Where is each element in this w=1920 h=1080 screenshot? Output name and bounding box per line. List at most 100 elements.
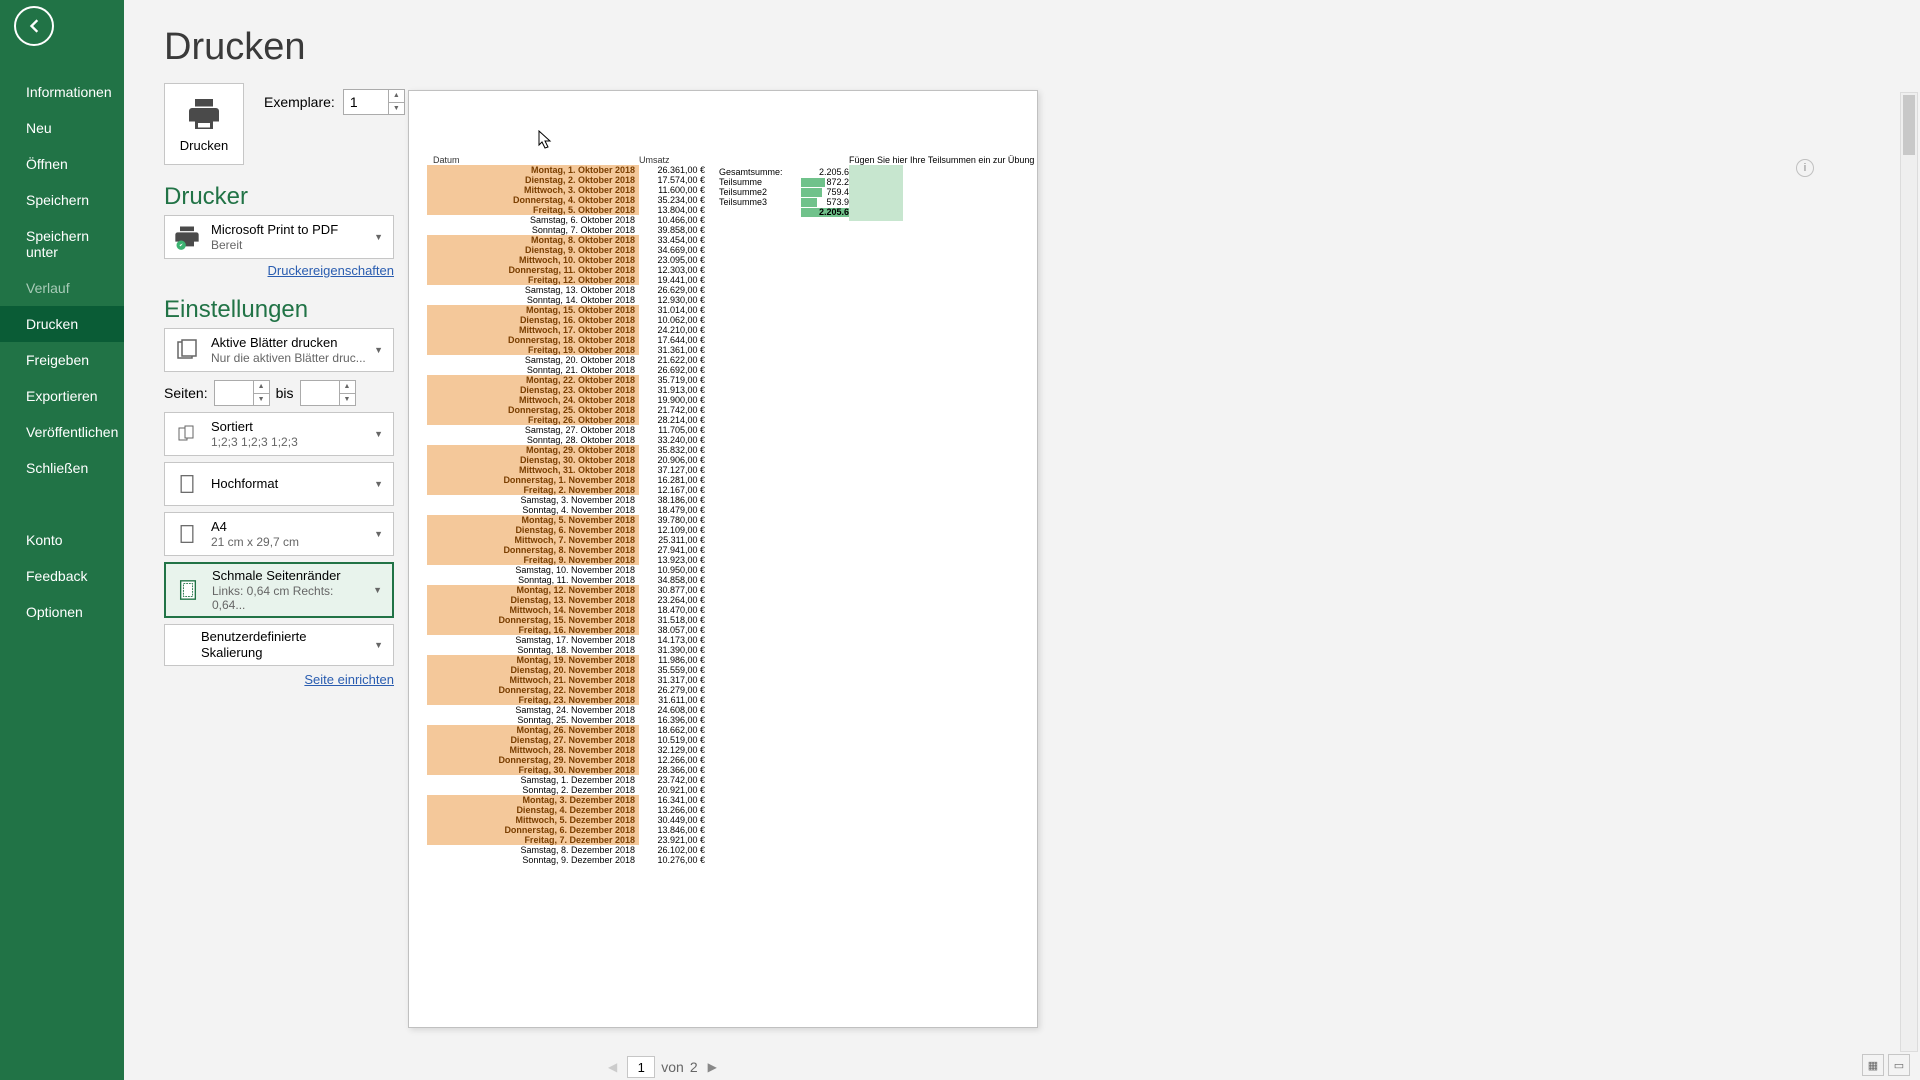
sidebar-item-new[interactable]: Neu	[0, 110, 124, 146]
preview-data-row: Dienstag, 16. Oktober 201810.062,00 €	[427, 315, 1019, 325]
preview-data-row: Mittwoch, 5. Dezember 201830.449,00 €	[427, 815, 1019, 825]
preview-data-row: Mittwoch, 10. Oktober 201823.095,00 €	[427, 255, 1019, 265]
chevron-down-icon: ▼	[370, 232, 387, 242]
print-button[interactable]: Drucken	[164, 83, 244, 165]
preview-data-row: Dienstag, 30. Oktober 201820.906,00 €	[427, 455, 1019, 465]
page-setup-link[interactable]: Seite einrichten	[164, 672, 394, 687]
preview-data-row: Donnerstag, 25. Oktober 201821.742,00 €	[427, 405, 1019, 415]
orientation-select[interactable]: Hochformat ▼	[164, 462, 394, 506]
preview-data-row: Mittwoch, 24. Oktober 201819.900,00 €	[427, 395, 1019, 405]
preview-data-row: Donnerstag, 8. November 201827.941,00 €	[427, 545, 1019, 555]
sidebar-item-share[interactable]: Freigeben	[0, 342, 124, 378]
preview-data-row: Sonntag, 11. November 201834.858,00 €	[427, 575, 1019, 585]
collate-icon	[171, 418, 203, 450]
printer-device-icon	[171, 221, 203, 253]
scrollbar-thumb[interactable]	[1903, 95, 1915, 155]
sidebar-item-account[interactable]: Konto	[0, 522, 124, 558]
sidebar-item-export[interactable]: Exportieren	[0, 378, 124, 414]
preview-data-row: Mittwoch, 28. November 201832.129,00 €	[427, 745, 1019, 755]
next-page-button[interactable]: ▶	[704, 1058, 721, 1076]
preview-data-row: Donnerstag, 18. Oktober 201817.644,00 €	[427, 335, 1019, 345]
preview-data-row: Donnerstag, 1. November 201816.281,00 €	[427, 475, 1019, 485]
print-scope-select[interactable]: Aktive Blätter druckenNur die aktiven Bl…	[164, 328, 394, 372]
spinner-down-icon[interactable]: ▼	[389, 103, 404, 115]
preview-data-row: Mittwoch, 21. November 201831.317,00 €	[427, 675, 1019, 685]
preview-data-row: Montag, 22. Oktober 201835.719,00 €	[427, 375, 1019, 385]
margins-select[interactable]: Schmale SeitenränderLinks: 0,64 cm Recht…	[164, 562, 394, 618]
papersize-select[interactable]: A421 cm x 29,7 cm ▼	[164, 512, 394, 556]
preview-data-row: Dienstag, 4. Dezember 201813.266,00 €	[427, 805, 1019, 815]
sidebar-item-saveas[interactable]: Speichern unter	[0, 218, 124, 270]
chevron-down-icon: ▼	[369, 585, 386, 595]
page-total-prefix: von	[661, 1059, 684, 1075]
preview-data-row: Freitag, 12. Oktober 201819.441,00 €	[427, 275, 1019, 285]
preview-data-row: Samstag, 20. Oktober 201821.622,00 €	[427, 355, 1019, 365]
scaling-select[interactable]: Benutzerdefinierte Skalierung ▼	[164, 624, 394, 665]
sidebar-item-publish[interactable]: Veröffentlichen	[0, 414, 124, 450]
preview-data-row: Freitag, 19. Oktober 201831.361,00 €	[427, 345, 1019, 355]
preview-data-row: Sonntag, 4. November 201818.479,00 €	[427, 505, 1019, 515]
preview-note: Fügen Sie hier Ihre Teilsummen ein zur Ü…	[849, 155, 1034, 165]
preview-scrollbar[interactable]	[1900, 92, 1918, 1052]
sidebar-item-feedback[interactable]: Feedback	[0, 558, 124, 594]
printer-properties-link[interactable]: Druckereigenschaften	[164, 263, 394, 278]
preview-data-row: Freitag, 30. November 201828.366,00 €	[427, 765, 1019, 775]
page-icon	[171, 518, 203, 550]
preview-data-row: Dienstag, 23. Oktober 201831.913,00 €	[427, 385, 1019, 395]
printer-select[interactable]: Microsoft Print to PDF Bereit ▼	[164, 215, 394, 259]
prev-page-button[interactable]: ◀	[604, 1058, 621, 1076]
page-title: Drucken	[164, 26, 1920, 69]
chevron-down-icon: ▼	[370, 429, 387, 439]
page-total: 2	[690, 1059, 698, 1075]
zoom-to-page-button[interactable]: ▭	[1888, 1054, 1910, 1076]
pages-label: Seiten:	[164, 385, 208, 401]
preview-data-row: Dienstag, 9. Oktober 201834.669,00 €	[427, 245, 1019, 255]
preview-data-row: Sonntag, 9. Dezember 201810.276,00 €	[427, 855, 1019, 865]
preview-data-row: Donnerstag, 22. November 201826.279,00 €	[427, 685, 1019, 695]
copies-input[interactable]	[344, 90, 386, 114]
preview-data-row: Montag, 29. Oktober 201835.832,00 €	[427, 445, 1019, 455]
portrait-icon	[171, 468, 203, 500]
preview-data-row: Freitag, 26. Oktober 201828.214,00 €	[427, 415, 1019, 425]
preview-data-row: Freitag, 9. November 201813.923,00 €	[427, 555, 1019, 565]
preview-data-row: Dienstag, 27. November 201810.519,00 €	[427, 735, 1019, 745]
preview-data-row: Samstag, 24. November 201824.608,00 €	[427, 705, 1019, 715]
preview-data-row: Sonntag, 21. Oktober 201826.692,00 €	[427, 365, 1019, 375]
preview-data-row: Mittwoch, 7. November 201825.311,00 €	[427, 535, 1019, 545]
collate-select[interactable]: Sortiert1;2;3 1;2;3 1;2;3 ▼	[164, 412, 394, 456]
page-navigation: ◀ von 2 ▶	[604, 1056, 721, 1078]
pages-to-input[interactable]: ▲▼	[300, 380, 356, 406]
print-preview-page: Datum Umsatz Montag, 1. Oktober 201826.3…	[408, 90, 1038, 1028]
preview-data-row: Freitag, 7. Dezember 201823.921,00 €	[427, 835, 1019, 845]
spinner-up-icon[interactable]: ▲	[389, 90, 404, 103]
preview-data-row: Sonntag, 25. November 201816.396,00 €	[427, 715, 1019, 725]
preview-data-row: Sonntag, 18. November 201831.390,00 €	[427, 645, 1019, 655]
preview-data-row: Montag, 5. November 201839.780,00 €	[427, 515, 1019, 525]
sidebar-item-info[interactable]: Informationen	[0, 74, 124, 110]
preview-data-row: Samstag, 13. Oktober 201826.629,00 €	[427, 285, 1019, 295]
info-icon[interactable]: i	[1796, 159, 1814, 177]
sidebar-item-close[interactable]: Schließen	[0, 450, 124, 486]
sidebar-item-save[interactable]: Speichern	[0, 182, 124, 218]
preview-data-row: Samstag, 17. November 201814.173,00 €	[427, 635, 1019, 645]
copies-label: Exemplare:	[264, 94, 335, 110]
pages-from-input[interactable]: ▲▼	[214, 380, 270, 406]
print-button-label: Drucken	[180, 138, 228, 153]
copies-spinner[interactable]: ▲▼	[343, 89, 405, 115]
pages-to-label: bis	[276, 385, 294, 401]
sheets-icon	[171, 334, 203, 366]
preview-data-row: Sonntag, 2. Dezember 201820.921,00 €	[427, 785, 1019, 795]
back-arrow-icon	[24, 16, 44, 36]
preview-data-row: Montag, 8. Oktober 201833.454,00 €	[427, 235, 1019, 245]
current-page-input[interactable]	[627, 1056, 655, 1078]
preview-data-row: Dienstag, 20. November 201835.559,00 €	[427, 665, 1019, 675]
chevron-down-icon: ▼	[370, 640, 387, 650]
preview-data-row: Dienstag, 13. November 201823.264,00 €	[427, 595, 1019, 605]
show-margins-button[interactable]: ▦	[1862, 1054, 1884, 1076]
sidebar-item-options[interactable]: Optionen	[0, 594, 124, 630]
sidebar-item-open[interactable]: Öffnen	[0, 146, 124, 182]
preview-data-row: Samstag, 3. November 201838.186,00 €	[427, 495, 1019, 505]
preview-data-row: Montag, 26. November 201818.662,00 €	[427, 725, 1019, 735]
back-button[interactable]	[14, 6, 54, 46]
sidebar-item-print[interactable]: Drucken	[0, 306, 124, 342]
